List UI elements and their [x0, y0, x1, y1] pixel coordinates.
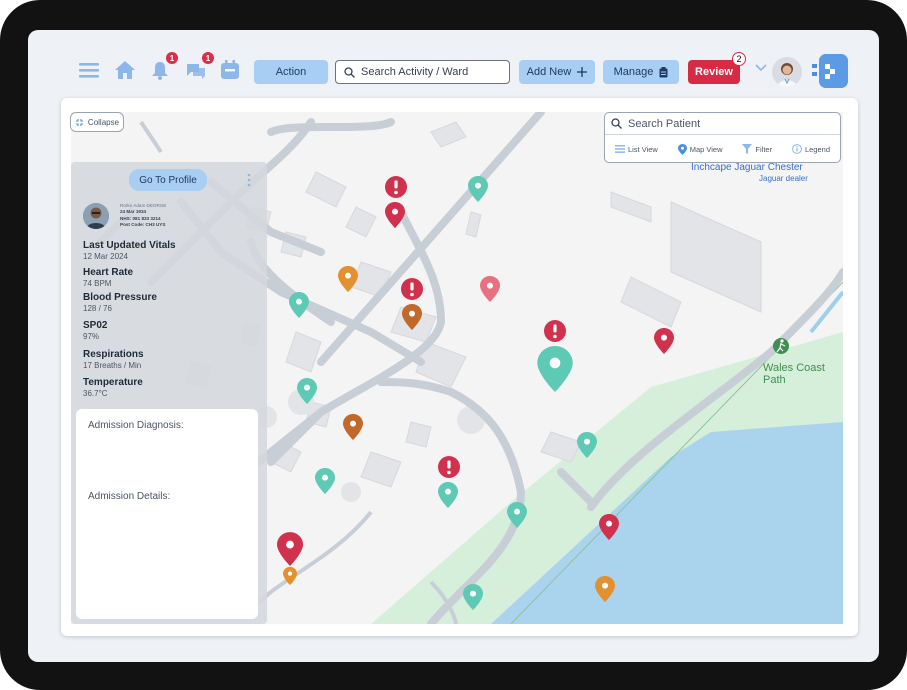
filter-toggle[interactable]: Filter: [742, 144, 772, 154]
legend-label: Legend: [804, 144, 830, 154]
vital-label: Respirations: [83, 349, 144, 360]
vital-spo2: SP02 97%: [83, 320, 107, 341]
vital-last-updated: Last Updated Vitals 12 Mar 2024: [83, 240, 176, 261]
map-pin-icon: [677, 143, 687, 155]
vital-label: Blood Pressure: [83, 292, 157, 303]
list-view-toggle[interactable]: List View: [614, 144, 658, 154]
user-avatar[interactable]: [772, 57, 802, 87]
map-view-toggle[interactable]: Map View: [677, 143, 723, 155]
calendar-icon[interactable]: [218, 58, 242, 82]
patient-nhs: NHS: 081 833 3214: [120, 215, 161, 221]
patient-photo: [83, 203, 109, 229]
legend-toggle[interactable]: Legend: [792, 144, 830, 154]
search-patient-input[interactable]: Search Patient: [605, 113, 840, 135]
search-icon: [344, 66, 355, 78]
search-patient-panel: Search Patient List View Map View Filter: [604, 112, 841, 163]
admission-diagnosis-heading: Admission Diagnosis:: [88, 420, 184, 431]
collapse-button[interactable]: Collapse: [70, 112, 124, 132]
search-patient-placeholder: Search Patient: [628, 117, 701, 130]
list-icon: [614, 145, 625, 153]
app-screen: 1 1 Action Search Activity / Ward Add Ne…: [28, 30, 879, 662]
plus-icon: [577, 67, 588, 77]
review-badge: 2: [732, 52, 746, 66]
tablet-frame: 1 1 Action Search Activity / Ward Add Ne…: [0, 0, 907, 690]
vital-value: 12 Mar 2024: [83, 252, 128, 261]
vital-label: SP02: [83, 320, 108, 331]
manage-button[interactable]: Manage: [603, 60, 679, 84]
vital-respirations: Respirations 17 Breaths / Min: [83, 349, 144, 370]
notifications-bell-icon[interactable]: 1: [148, 52, 178, 82]
action-button[interactable]: Action: [254, 60, 328, 84]
review-button[interactable]: Review 2: [688, 52, 746, 84]
vital-label: Temperature: [83, 377, 143, 388]
vital-value: 128 / 76: [83, 304, 112, 313]
chevron-down-icon[interactable]: [755, 64, 767, 72]
top-bar: 1 1 Action Search Activity / Ward Add Ne…: [28, 30, 879, 98]
vital-value: 74 BPM: [83, 279, 112, 288]
dealer-sublabel: Jaguar dealer: [759, 174, 808, 183]
clipboard-icon: [659, 66, 668, 77]
coast-path-label: Wales Coast Path: [763, 362, 825, 386]
search-activity-placeholder: Search Activity / Ward: [361, 66, 469, 78]
patient-postcode: Post Code: CH3 UYS: [120, 222, 166, 228]
search-icon: [611, 118, 622, 129]
filter-label: Filter: [755, 144, 773, 154]
collapse-icon: [75, 118, 83, 126]
vital-blood-pressure: Blood Pressure 128 / 76: [83, 292, 157, 313]
manage-label: Manage: [613, 66, 654, 78]
patient-dob: 24 Mar 1934: [120, 209, 147, 215]
admission-panel: Admission Diagnosis: Admission Details:: [76, 409, 258, 619]
home-icon[interactable]: [113, 58, 137, 82]
messages-badge: 1: [202, 52, 214, 64]
add-new-button[interactable]: Add New: [519, 60, 595, 84]
filter-icon: [742, 144, 753, 154]
dealer-label: Inchcape Jaguar Chester: [691, 162, 803, 173]
alerts-badge: 1: [166, 52, 178, 64]
hamburger-menu-icon[interactable]: [77, 58, 101, 82]
kebab-menu-icon[interactable]: [247, 173, 251, 187]
vital-value: 17 Breaths / Min: [83, 361, 142, 370]
vital-heart-rate: Heart Rate 74 BPM: [83, 267, 133, 288]
app-logo: [812, 54, 848, 88]
vital-temperature: Temperature 36.7°C: [83, 377, 143, 398]
vital-value: 36.7°C: [83, 389, 108, 398]
messages-icon[interactable]: 1: [184, 52, 214, 82]
vital-label: Heart Rate: [83, 267, 134, 278]
info-icon: [792, 144, 802, 154]
patient-summary-panel: Go To Profile Rorko Adam DEORGE 24 Mar 1…: [71, 162, 267, 624]
search-activity-input[interactable]: Search Activity / Ward: [335, 60, 510, 84]
go-to-profile-button[interactable]: Go To Profile: [129, 169, 207, 191]
vital-label: Last Updated Vitals: [83, 240, 176, 251]
add-new-label: Add New: [526, 66, 572, 78]
vital-value: 97%: [83, 332, 100, 341]
review-label: Review: [695, 66, 733, 78]
list-view-label: List View: [627, 144, 658, 154]
collapse-label: Collapse: [87, 117, 120, 127]
map-view-label: Map View: [689, 144, 723, 154]
patient-info: Rorko Adam DEORGE 24 Mar 1934 NHS: 081 8…: [120, 203, 166, 229]
map-view-controls: List View Map View Filter Legend: [605, 139, 840, 159]
admission-details-heading: Admission Details:: [88, 491, 171, 502]
